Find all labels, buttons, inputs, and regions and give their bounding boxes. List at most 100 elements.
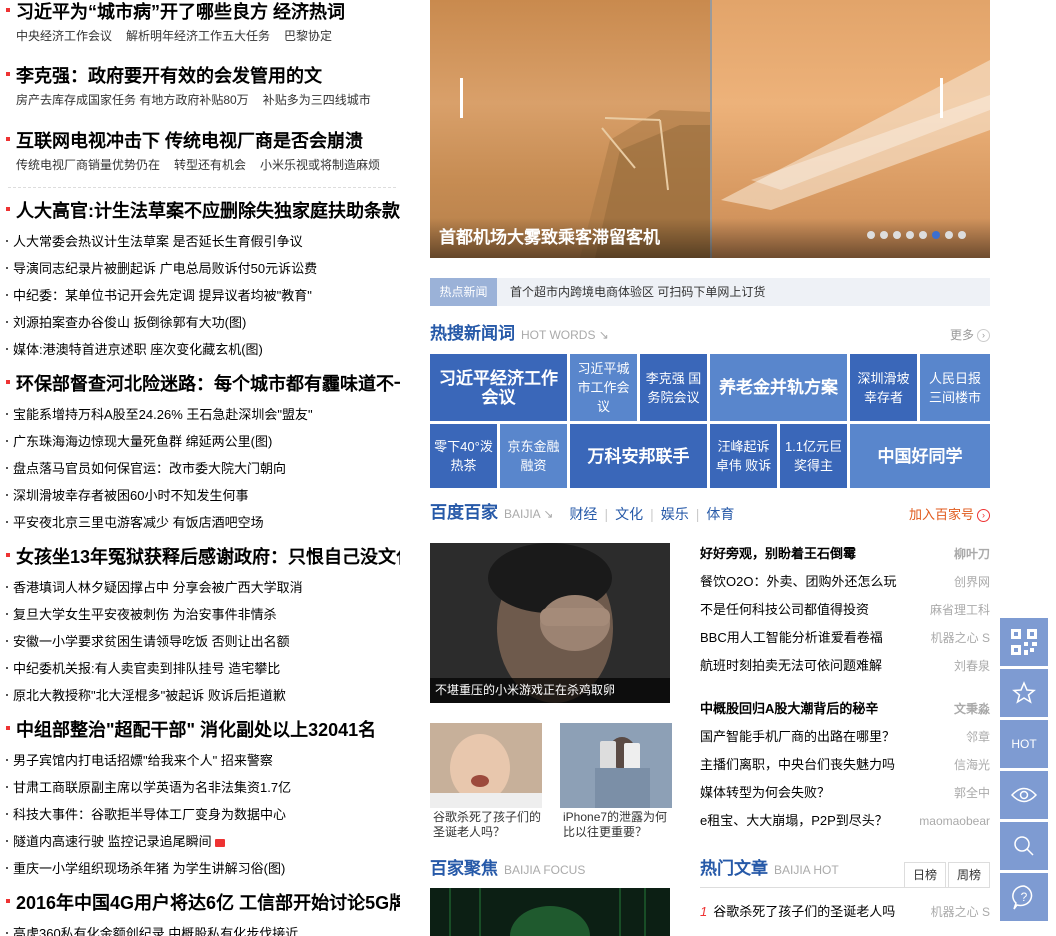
sub-link[interactable]: 转型还有机会 bbox=[174, 158, 246, 172]
news-item[interactable]: 中纪委机关报:有人卖官卖到排队挂号 造宅攀比 bbox=[0, 655, 400, 682]
sub-link[interactable]: 小米乐视或将制造麻烦 bbox=[260, 158, 380, 172]
qrcode-button[interactable] bbox=[1000, 618, 1048, 666]
sub-link[interactable]: 解析明年经济工作五大任务 bbox=[126, 29, 270, 43]
slide-dot[interactable] bbox=[958, 231, 966, 239]
slide-dot[interactable] bbox=[867, 231, 875, 239]
baijia-feature-image[interactable]: 不堪重压的小米游戏正在杀鸡取卵 bbox=[430, 543, 670, 703]
news-item[interactable]: 甘肃工商联原副主席以学英语为名非法集资1.7亿 bbox=[0, 774, 400, 801]
news-item[interactable]: 科技大事件：谷歌拒半导体工厂变身为数据中心 bbox=[0, 801, 400, 828]
group-headline[interactable]: 环保部督查河北险迷路：每个城市都有霾味道不一 bbox=[0, 372, 400, 396]
slide-dot-active[interactable] bbox=[932, 231, 940, 239]
prev-arrow[interactable] bbox=[460, 78, 463, 118]
hot-news-link[interactable]: 首个超市内跨境电商体验区 可扫码下单网上订货 bbox=[510, 278, 765, 306]
article-link[interactable]: 媒体转型为何会失败？ 郭全中 bbox=[700, 779, 990, 807]
sub-link[interactable]: 巴黎协定 bbox=[284, 29, 332, 43]
article-source[interactable]: 柳叶刀 bbox=[954, 540, 990, 568]
headline[interactable]: 互联网电视冲击下 传统电视厂商是否会崩溃 bbox=[0, 129, 400, 153]
article-link[interactable]: e租宝、大大崩塌，P2P到尽头？ maomaobear bbox=[700, 807, 990, 835]
headline[interactable]: 李克强：政府要开有效的会发管用的文 bbox=[0, 64, 400, 88]
nav-entertainment[interactable]: 娱乐 bbox=[661, 506, 689, 522]
article-link[interactable]: 国产智能手机厂商的出路在哪里？ 邻章 bbox=[700, 723, 990, 751]
hot-word-tile[interactable]: 1.1亿元巨奖得主 bbox=[780, 424, 847, 488]
tab-weekly[interactable]: 周榜 bbox=[948, 862, 990, 888]
slide-dot[interactable] bbox=[880, 231, 888, 239]
hot-word-tile[interactable]: 京东金融融资 bbox=[500, 424, 567, 488]
news-item[interactable]: 重庆一小学组织现场杀年猪 为学生讲解习俗(图) bbox=[0, 855, 400, 882]
article-link[interactable]: BBC用人工智能分析谁爱看卷福 机器之心 S bbox=[700, 624, 990, 652]
article-source[interactable]: 机器之心 S bbox=[931, 898, 990, 926]
hot-articles-title[interactable]: 热门文章 bbox=[700, 857, 768, 881]
group-headline[interactable]: 女孩坐13年冤狱获释后感谢政府：只恨自己没文化 bbox=[0, 545, 400, 569]
slide-dot[interactable] bbox=[945, 231, 953, 239]
sub-link[interactable]: 房产去库存成国家任务 有地方政府补贴80万 bbox=[16, 93, 249, 107]
article-link[interactable]: 航班时刻拍卖无法可依问题难解 刘春泉 bbox=[700, 652, 990, 680]
focus-image[interactable] bbox=[430, 888, 670, 936]
more-link[interactable]: 更多 › bbox=[950, 326, 990, 343]
sub-link[interactable]: 传统电视厂商销量优势仍在 bbox=[16, 158, 160, 172]
focus-title[interactable]: 百家聚焦 bbox=[430, 857, 498, 881]
next-arrow[interactable] bbox=[940, 78, 943, 118]
news-item[interactable]: 安徽一小学要求贫困生请领导吃饭 否则让出名额 bbox=[0, 628, 400, 655]
article-source[interactable]: 麻省理工科 bbox=[930, 596, 990, 624]
search-button[interactable] bbox=[1000, 822, 1048, 870]
baijia-title[interactable]: 百度百家 bbox=[430, 501, 498, 525]
sub-link[interactable]: 中央经济工作会议 bbox=[16, 29, 112, 43]
hot-word-tile[interactable]: 中国好同学 bbox=[850, 424, 990, 488]
article-source[interactable]: 信海光 bbox=[954, 751, 990, 779]
headline[interactable]: 习近平为“城市病”开了哪些良方 经济热词 bbox=[0, 0, 400, 24]
slide-dot[interactable] bbox=[893, 231, 901, 239]
baijia-thumb[interactable]: iPhone7的泄露为何比以往更重要？ bbox=[560, 723, 672, 843]
news-item[interactable]: 隧道内高速行驶 监控记录追尾瞬间 bbox=[0, 828, 400, 855]
hot-word-tile[interactable]: 零下40°泼热茶 bbox=[430, 424, 497, 488]
news-item[interactable]: 复旦大学女生平安夜被刺伤 为治安事件非情杀 bbox=[0, 601, 400, 628]
join-baijia-link[interactable]: 加入百家号 › bbox=[909, 504, 990, 523]
news-item[interactable]: 香港填词人林夕疑因撑占中 分享会被广西大学取消 bbox=[0, 574, 400, 601]
view-button[interactable] bbox=[1000, 771, 1048, 819]
article-link[interactable]: 中概股回归A股大潮背后的秘辛 文秉淼 bbox=[700, 695, 990, 723]
slide-dot[interactable] bbox=[919, 231, 927, 239]
article-source[interactable]: maomaobear bbox=[919, 807, 990, 835]
news-item[interactable]: 导演同志纪录片被删起诉 广电总局败诉付50元诉讼费 bbox=[0, 255, 400, 282]
nav-finance[interactable]: 财经 bbox=[569, 506, 597, 522]
hot-word-tile[interactable]: 养老金并轨方案 bbox=[710, 354, 847, 421]
article-link[interactable]: 不是任何科技公司都值得投资 麻省理工科 bbox=[700, 596, 990, 624]
article-source[interactable]: 文秉淼 bbox=[954, 695, 990, 723]
favorite-button[interactable] bbox=[1000, 669, 1048, 717]
help-button[interactable]: ? bbox=[1000, 873, 1048, 921]
hot-word-tile[interactable]: 李克强 国务院会议 bbox=[640, 354, 707, 421]
article-source[interactable]: 机器之心 S bbox=[931, 624, 990, 652]
hot-word-tile[interactable]: 人民日报三间楼市 bbox=[920, 354, 990, 421]
article-link[interactable]: 主播们离职，中央台们丧失魅力吗 信海光 bbox=[700, 751, 990, 779]
group-headline[interactable]: 2016年中国4G用户将达6亿 工信部开始讨论5G牌照 bbox=[0, 891, 400, 915]
hot-word-tile[interactable]: 习近平城市工作会议 bbox=[570, 354, 637, 421]
news-item[interactable]: 广东珠海海边惊现大量死鱼群 绵延两公里(图) bbox=[0, 428, 400, 455]
news-item[interactable]: 宝能系增持万科A股至24.26% 王石急赴深圳会"盟友" bbox=[0, 401, 400, 428]
tab-daily[interactable]: 日榜 bbox=[904, 862, 946, 888]
hot-word-tile[interactable]: 习近平经济工作会议 bbox=[430, 354, 567, 421]
article-source[interactable]: 邻章 bbox=[966, 723, 990, 751]
group-headline[interactable]: 人大高官:计生法草案不应删除失独家庭扶助条款 bbox=[0, 199, 400, 223]
news-item[interactable]: 中纪委：某单位书记开会先定调 提异议者均被"教育" bbox=[0, 282, 400, 309]
news-item[interactable]: 高虎360私有化金额创纪录 中概股私有化步伐接近 bbox=[0, 920, 400, 936]
hot-article-link[interactable]: 1 谷歌杀死了孩子们的圣诞老人吗 机器之心 S bbox=[700, 898, 990, 926]
article-source[interactable]: 创界网 bbox=[954, 568, 990, 596]
nav-sports[interactable]: 体育 bbox=[706, 506, 734, 522]
news-item[interactable]: 原北大教授称"北大淫棍多"被起诉 败诉后拒道歉 bbox=[0, 682, 400, 709]
news-item[interactable]: 平安夜北京三里屯游客减少 有饭店酒吧空场 bbox=[0, 509, 400, 536]
hot-word-tile[interactable]: 汪峰起诉卓伟 败诉 bbox=[710, 424, 777, 488]
sub-link[interactable]: 补贴多为三四线城市 bbox=[263, 93, 371, 107]
news-item[interactable]: 人大常委会热议计生法草案 是否延长生育假引争议 bbox=[0, 228, 400, 255]
article-link[interactable]: 餐饮O2O：外卖、团购外还怎么玩 创界网 bbox=[700, 568, 990, 596]
news-item[interactable]: 盘点落马官员如何保官运：改市委大院大门朝向 bbox=[0, 455, 400, 482]
hot-button[interactable]: HOT bbox=[1000, 720, 1048, 768]
hot-word-tile[interactable]: 深圳滑坡幸存者 bbox=[850, 354, 917, 421]
slide-dot[interactable] bbox=[906, 231, 914, 239]
article-source[interactable]: 郭全中 bbox=[954, 779, 990, 807]
news-item[interactable]: 媒体:港澳特首进京述职 座次变化藏玄机(图) bbox=[0, 336, 400, 363]
news-item[interactable]: 刘源拍案查办谷俊山 扳倒徐郭有大功(图) bbox=[0, 309, 400, 336]
article-link[interactable]: 好好旁观，别盼着王石倒霉 柳叶刀 bbox=[700, 540, 990, 568]
group-headline[interactable]: 中组部整治"超配干部" 消化副处以上32041名 bbox=[0, 718, 400, 742]
news-item[interactable]: 男子宾馆内打电话招嫖"给我来个人" 招来警察 bbox=[0, 747, 400, 774]
image-slider[interactable]: 首都机场大雾致乘客滞留客机 bbox=[430, 0, 990, 258]
nav-culture[interactable]: 文化 bbox=[615, 506, 643, 522]
